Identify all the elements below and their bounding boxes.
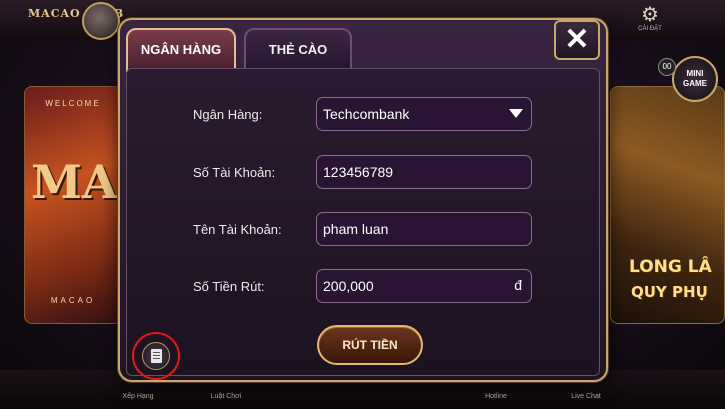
game-card-long-lan[interactable]: LONG LÂ QUY PHỤ xyxy=(610,86,725,324)
amount-label: Số Tiền Rút: xyxy=(193,279,265,294)
withdraw-form: Ngân Hàng: Techcombank Số Tài Khoản: 123… xyxy=(126,68,600,376)
withdraw-button[interactable]: RÚT TIỀN xyxy=(317,325,423,365)
game-card-line2: QUY PHỤ xyxy=(631,283,708,301)
bank-value: Techcombank xyxy=(323,106,410,122)
settings-label: CÀI ĐẶT xyxy=(638,26,662,32)
game-card-title: MAC xyxy=(31,155,121,209)
withdraw-dialog: NGÂN HÀNG THẺ CÀO ✕ Ngân Hàng: Techcomba… xyxy=(118,18,608,382)
currency-symbol: đ xyxy=(514,277,522,293)
nav-live-chat[interactable]: Live Chat xyxy=(556,393,616,400)
avatar[interactable] xyxy=(82,2,120,40)
account-number-row: Số Tài Khoản: 123456789 xyxy=(127,155,601,191)
nav-ranking[interactable]: Xếp Hạng xyxy=(108,393,168,400)
account-name-value: pham luan xyxy=(323,221,389,237)
account-name-label: Tên Tài Khoản: xyxy=(193,222,282,237)
close-icon: ✕ xyxy=(564,23,590,56)
close-button[interactable]: ✕ xyxy=(554,20,600,60)
game-card-footer: MACAO xyxy=(50,296,96,305)
account-number-label: Số Tài Khoản: xyxy=(193,165,276,180)
amount-input[interactable]: 200,000 đ xyxy=(316,269,532,303)
account-name-input[interactable]: pham luan xyxy=(316,212,532,246)
minigame-badge: 00 xyxy=(658,58,676,76)
history-highlight-ring xyxy=(132,332,180,380)
account-name-row: Tên Tài Khoản: pham luan xyxy=(127,212,601,248)
history-icon xyxy=(151,349,162,363)
gear-icon: ⚙ xyxy=(641,4,659,26)
account-number-input[interactable]: 123456789 xyxy=(316,155,532,189)
minigame-button[interactable]: MINI GAME xyxy=(672,56,718,102)
bank-label: Ngân Hàng: xyxy=(193,107,263,122)
bank-row: Ngân Hàng: Techcombank xyxy=(127,97,601,133)
amount-row: Số Tiền Rút: 200,000 đ xyxy=(127,269,601,305)
nav-rules[interactable]: Luật Chơi xyxy=(196,393,256,400)
nav-hotline[interactable]: Hotline xyxy=(466,393,526,400)
tab-bank[interactable]: NGÂN HÀNG xyxy=(126,28,236,72)
game-card-welcome: WELCOME xyxy=(45,99,101,108)
bank-select[interactable]: Techcombank xyxy=(316,97,532,131)
history-button[interactable] xyxy=(142,342,170,370)
chevron-down-icon xyxy=(509,109,523,118)
tab-card[interactable]: THẺ CÀO xyxy=(244,28,352,72)
amount-value: 200,000 xyxy=(323,278,374,294)
game-card-macao[interactable]: WELCOME MAC MACAO xyxy=(24,86,122,324)
settings-button[interactable]: ⚙ CÀI ĐẶT xyxy=(628,4,672,32)
game-card-line1: LONG LÂ xyxy=(629,257,712,277)
account-number-value: 123456789 xyxy=(323,164,394,180)
